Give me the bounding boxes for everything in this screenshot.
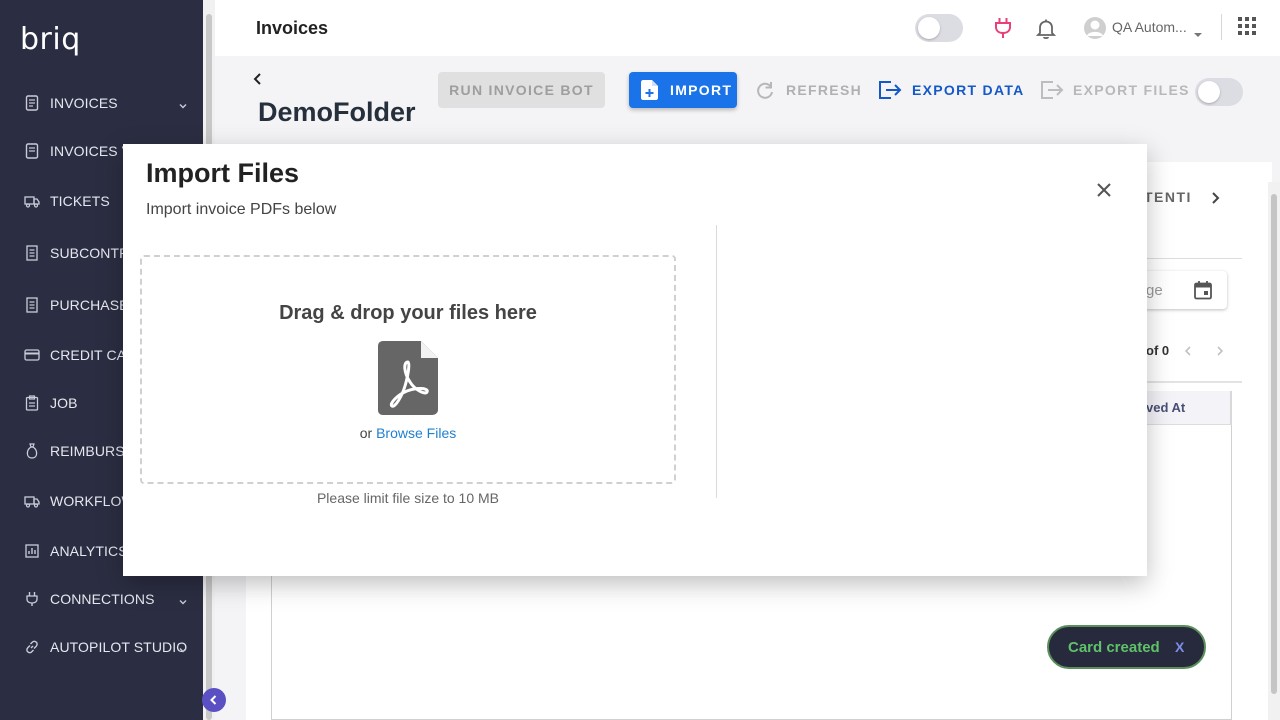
- file-dropzone[interactable]: Drag & drop your files here or Browse Fi…: [140, 255, 676, 484]
- or-text: or: [359, 425, 373, 441]
- date-range-placeholder: ge: [1146, 282, 1163, 299]
- refresh-icon: [755, 79, 775, 104]
- collapse-sidebar-button[interactable]: [202, 688, 226, 712]
- sidebar-item-invoices[interactable]: INVOICES: [0, 85, 203, 121]
- chevron-down-icon: [178, 642, 188, 653]
- sidebar-item-label: INVOICES V: [50, 143, 132, 159]
- file-size-limit: Please limit file size to 10 MB: [316, 490, 500, 506]
- export-files-toggle[interactable]: [1195, 78, 1243, 106]
- user-name[interactable]: QA Autom...: [1112, 19, 1187, 35]
- money-bag-icon: [24, 443, 40, 459]
- export-data-label: EXPORT DATA: [912, 82, 1025, 98]
- toast-notification: Card created X: [1047, 625, 1206, 669]
- building-icon: [24, 245, 40, 261]
- run-invoice-bot-button[interactable]: RUN INVOICE BOT: [438, 72, 605, 108]
- truck-icon: [24, 493, 40, 509]
- header-divider: [1221, 14, 1222, 40]
- content-scrollbar[interactable]: [1268, 182, 1280, 720]
- pagination-count: of 0: [1146, 343, 1170, 358]
- scrollbar-thumb[interactable]: [1271, 194, 1277, 694]
- export-icon: [1040, 79, 1064, 104]
- chevron-down-icon: [178, 98, 188, 109]
- toast-close-button[interactable]: X: [1175, 639, 1184, 655]
- chart-icon: [24, 543, 40, 559]
- table-border: [1231, 425, 1232, 720]
- back-arrow-icon[interactable]: [251, 72, 265, 86]
- tab-partial[interactable]: TENTI: [1144, 189, 1192, 205]
- export-icon: [878, 79, 902, 104]
- page-title: Invoices: [256, 18, 329, 38]
- caret-down-icon[interactable]: [1193, 25, 1203, 43]
- avatar[interactable]: [1083, 16, 1107, 45]
- plug-icon: [24, 591, 40, 607]
- sidebar-item-label: INVOICES: [50, 95, 118, 111]
- document-icon: [24, 95, 40, 111]
- export-files-label: EXPORT FILES: [1073, 82, 1190, 98]
- truck-icon: [24, 193, 40, 209]
- toast-message: Card created: [1068, 639, 1160, 656]
- browse-files-link[interactable]: Browse Files: [376, 425, 456, 441]
- sidebar-item-label: JOB: [50, 395, 78, 411]
- import-button[interactable]: IMPORT: [629, 72, 737, 108]
- sidebar-item-connections[interactable]: CONNECTIONS: [0, 581, 203, 617]
- refresh-button[interactable]: REFRESH: [755, 72, 862, 108]
- chevron-left-icon: [210, 695, 217, 705]
- dropzone-title: Drag & drop your files here: [279, 302, 537, 324]
- apps-grid-icon[interactable]: [1238, 17, 1256, 40]
- browse-row: or Browse Files: [142, 425, 674, 441]
- chevron-right-icon[interactable]: [1215, 344, 1225, 362]
- export-files-button[interactable]: EXPORT FILES: [1040, 72, 1188, 108]
- sidebar-item-label: PURCHASE: [50, 297, 129, 313]
- export-data-button[interactable]: EXPORT DATA: [878, 72, 1023, 108]
- chevron-right-icon[interactable]: [1210, 191, 1222, 210]
- header-toggle[interactable]: [915, 14, 963, 42]
- briq-logo[interactable]: briq: [20, 22, 81, 57]
- add-file-icon: [641, 80, 659, 103]
- sidebar-item-label: CONNECTIONS: [50, 591, 155, 607]
- table-border: [271, 575, 272, 720]
- sidebar-item-label: TICKETS: [50, 193, 110, 209]
- sidebar-item-autopilot-studio[interactable]: AUTOPILOT STUDIO: [0, 629, 203, 665]
- sidebar-item-label: REIMBURSE: [50, 443, 135, 459]
- dialog-subtitle: Import invoice PDFs below: [146, 201, 337, 218]
- folder-title: DemoFolder: [258, 97, 416, 127]
- chevron-left-icon[interactable]: [1183, 344, 1193, 362]
- chevron-down-icon: [178, 594, 188, 605]
- dialog-title: Import Files: [146, 158, 300, 188]
- link-icon: [24, 639, 40, 655]
- close-icon[interactable]: [1095, 181, 1113, 199]
- table-header-label: ved At: [1146, 400, 1186, 415]
- calendar-icon[interactable]: [1193, 280, 1213, 305]
- credit-card-icon: [24, 347, 40, 363]
- dialog-divider: [716, 225, 717, 498]
- refresh-label: REFRESH: [786, 82, 862, 98]
- pdf-file-icon: [377, 340, 439, 421]
- import-files-dialog: Import Files Import invoice PDFs below D…: [123, 144, 1147, 576]
- sidebar-item-label: AUTOPILOT STUDIO: [50, 639, 188, 655]
- receipt-icon: [24, 297, 40, 313]
- import-label: IMPORT: [670, 82, 733, 98]
- document-icon: [24, 143, 40, 159]
- top-bar: Invoices QA Autom...: [215, 0, 1280, 56]
- plug-icon[interactable]: [993, 17, 1013, 44]
- sidebar-item-label: ANALYTICS: [50, 543, 128, 559]
- clipboard-icon: [24, 395, 40, 411]
- bell-icon[interactable]: [1035, 18, 1057, 45]
